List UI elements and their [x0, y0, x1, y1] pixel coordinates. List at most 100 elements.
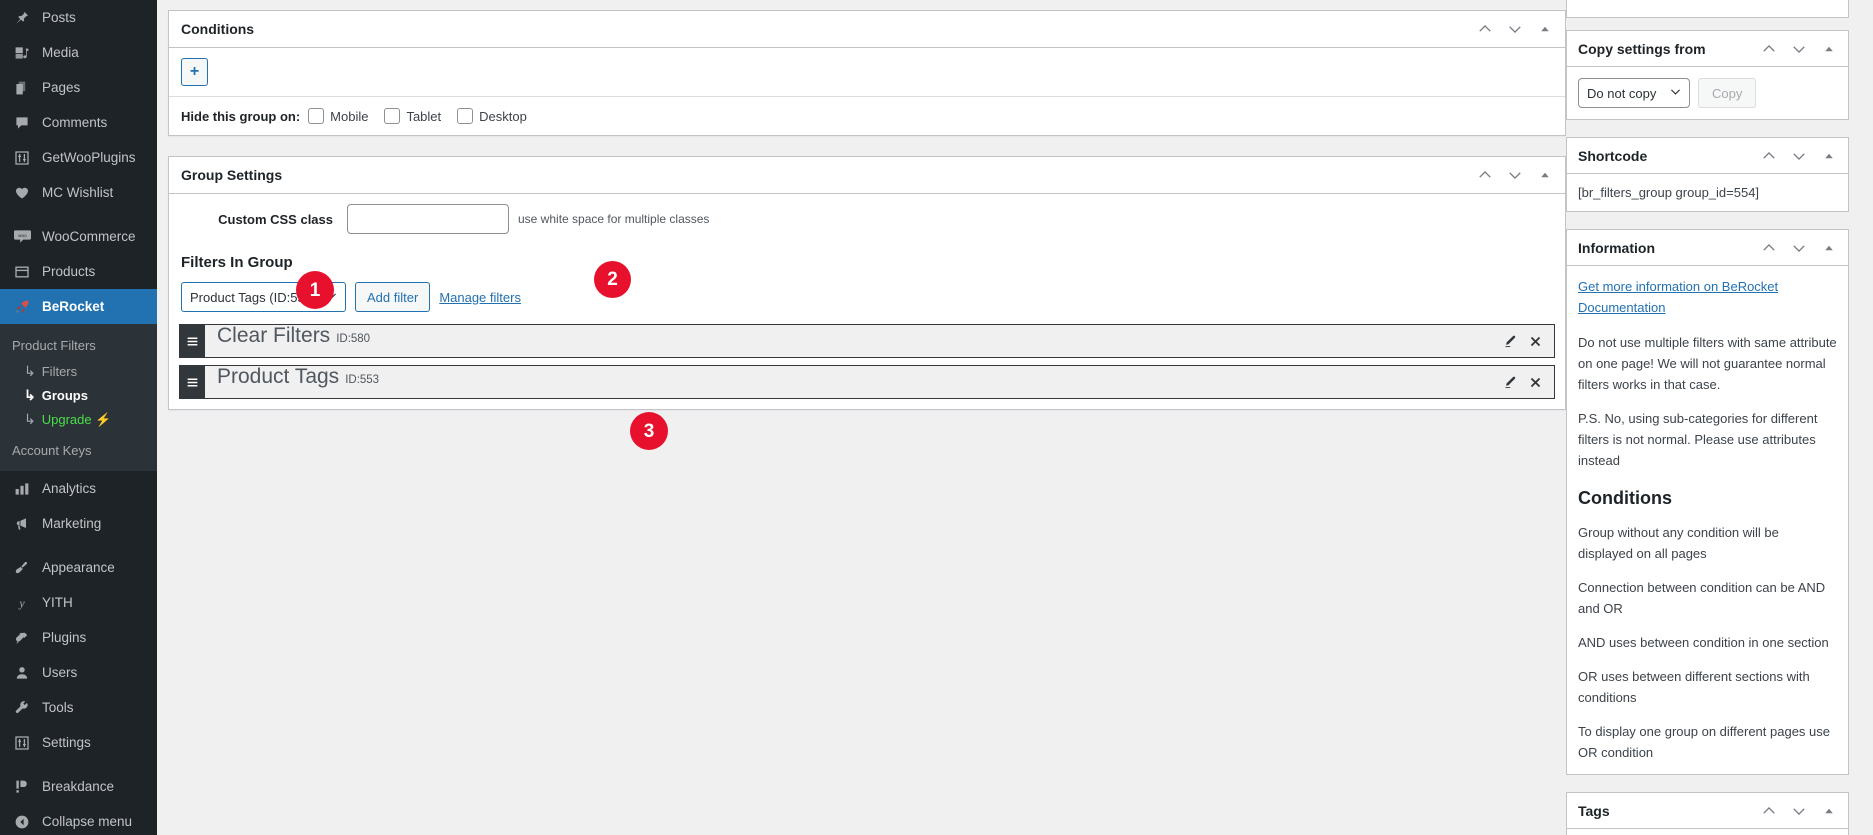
copy-settings-select[interactable]: Do not copy — [1578, 78, 1690, 108]
sidebar-item-products[interactable]: Products — [0, 254, 157, 289]
sidebar-item-media[interactable]: Media — [0, 35, 157, 70]
yith-icon: y — [11, 595, 33, 611]
sidebar-item-getwooplugins[interactable]: GetWooPlugins — [0, 140, 157, 175]
shortcode-body: [br_filters_group group_id=554] — [1567, 174, 1848, 211]
remove-close-icon[interactable] — [1529, 335, 1542, 348]
edit-pencil-icon[interactable] — [1502, 334, 1517, 349]
wrench-icon — [11, 700, 33, 716]
custom-css-class-input[interactable] — [347, 204, 509, 234]
checkbox-desktop[interactable] — [457, 108, 474, 124]
toggle-panel-icon[interactable] — [1537, 21, 1553, 37]
manage-filters-link[interactable]: Manage filters — [439, 290, 521, 305]
sidebar-item-plugins[interactable]: Plugins — [0, 620, 157, 655]
sidebar-item-appearance[interactable]: Appearance — [0, 550, 157, 585]
condition-note: To display one group on different pages … — [1578, 724, 1830, 761]
sidebar-item-berocket[interactable]: BeRocket — [0, 289, 157, 324]
sidebar-item-label: BeRocket — [42, 298, 105, 314]
chevron-down-icon[interactable] — [1507, 167, 1523, 183]
documentation-link[interactable]: Get more information on BeRocket Documen… — [1578, 277, 1837, 319]
sidebar-item-label: Media — [42, 44, 79, 60]
chevron-down-icon[interactable] — [1791, 41, 1807, 57]
main-column: Conditions + Hide this group on: Mobile … — [157, 0, 1566, 835]
chevron-up-icon[interactable] — [1477, 21, 1493, 37]
chevron-up-icon[interactable] — [1761, 240, 1777, 256]
sidebar-item-label: Products — [42, 263, 96, 279]
sidebar-item-label: YITH — [42, 594, 73, 610]
chevron-down-icon[interactable] — [1791, 240, 1807, 256]
custom-css-class-row: Custom CSS class use white space for mul… — [169, 194, 1565, 248]
custom-css-class-label: Custom CSS class — [218, 211, 333, 227]
collapse-icon — [11, 814, 33, 830]
label-desktop: Desktop — [479, 108, 527, 124]
woo-icon: woo — [11, 229, 33, 244]
sidebar-item-posts[interactable]: Posts — [0, 0, 157, 35]
sidebar-item-label: Collapse menu — [42, 813, 133, 829]
chevron-down-icon[interactable] — [1791, 803, 1807, 819]
chevron-down-icon[interactable] — [1507, 21, 1523, 37]
chevron-down-icon[interactable] — [1791, 148, 1807, 164]
edit-pencil-icon[interactable] — [1502, 375, 1517, 390]
sidebar-item-pages[interactable]: Pages — [0, 70, 157, 105]
arrow-icon: ↳ — [24, 386, 36, 403]
information-subheading: Conditions — [1578, 487, 1672, 508]
submenu-account-keys[interactable]: Account Keys — [0, 433, 157, 460]
filter-row[interactable]: Clear Filters ID:580 — [179, 324, 1555, 358]
callout-badge-2: 2 — [594, 261, 631, 298]
submenu-item-groups[interactable]: ↳ Groups — [0, 384, 157, 408]
drag-handle-icon[interactable] — [180, 325, 205, 357]
sidebar-item-tools[interactable]: Tools — [0, 690, 157, 725]
sidebar-item-woocommerce[interactable]: woo WooCommerce — [0, 219, 157, 254]
content-area: Conditions + Hide this group on: Mobile … — [157, 0, 1873, 835]
chevron-up-icon[interactable] — [1761, 41, 1777, 57]
copy-settings-panel: Copy settings from Do not copy Copy — [1566, 30, 1849, 120]
filters-list: Clear Filters ID:580 Product Tags ID:553 — [179, 324, 1555, 399]
svg-text:y: y — [18, 596, 25, 610]
pages-icon — [11, 80, 33, 96]
chart-bars-icon — [11, 481, 33, 497]
callout-badge-3: 3 — [630, 412, 668, 450]
pin-icon — [11, 10, 33, 26]
filter-controls-row: Product Tags (ID:553) Add filter Manage … — [181, 282, 1565, 312]
submenu-item-upgrade[interactable]: ↳ Upgrade ⚡ — [0, 408, 157, 433]
publish-panel-bottom — [1566, 0, 1849, 18]
arrow-icon: ↳ — [24, 411, 36, 427]
shortcode-value[interactable]: [br_filters_group group_id=554] — [1578, 185, 1759, 200]
filters-in-group-label: Filters In Group — [181, 254, 293, 271]
user-icon — [11, 665, 33, 681]
checkbox-mobile[interactable] — [308, 108, 325, 124]
sidebar-item-analytics[interactable]: Analytics — [0, 471, 157, 506]
toggle-panel-icon[interactable] — [1821, 41, 1837, 57]
conditions-panel-title: Conditions — [181, 21, 255, 37]
chevron-up-icon[interactable] — [1477, 167, 1493, 183]
condition-note: Group without any condition will be disp… — [1578, 524, 1779, 561]
sidebar-item-label: Analytics — [42, 480, 97, 496]
sidebar-item-collapse-menu[interactable]: Collapse menu — [0, 804, 157, 835]
filter-row[interactable]: Product Tags ID:553 — [179, 365, 1555, 399]
add-filter-button[interactable]: Add filter — [355, 282, 431, 312]
chevron-up-icon[interactable] — [1761, 148, 1777, 164]
copy-button[interactable]: Copy — [1698, 78, 1757, 108]
toggle-panel-icon[interactable] — [1821, 803, 1837, 819]
checkbox-tablet[interactable] — [384, 108, 401, 124]
breakdance-icon — [11, 779, 33, 795]
hide-group-label: Hide this group on: — [181, 108, 301, 124]
sidebar-item-marketing[interactable]: Marketing — [0, 506, 157, 541]
toggle-panel-icon[interactable] — [1821, 148, 1837, 164]
arrow-icon: ↳ — [24, 362, 36, 379]
sidebar-item-yith[interactable]: y YITH — [0, 585, 157, 620]
sidebar-item-users[interactable]: Users — [0, 655, 157, 690]
sidebar-item-breakdance[interactable]: Breakdance — [0, 769, 157, 804]
sidebar-item-mc-wishlist[interactable]: MC Wishlist — [0, 175, 157, 210]
toggle-panel-icon[interactable] — [1821, 240, 1837, 256]
sidebar-item-comments[interactable]: Comments — [0, 105, 157, 140]
sidebar-item-label: Comments — [42, 114, 108, 130]
drag-handle-icon[interactable] — [180, 366, 205, 398]
add-condition-button[interactable]: + — [181, 58, 208, 86]
remove-close-icon[interactable] — [1529, 376, 1542, 389]
chevron-up-icon[interactable] — [1761, 803, 1777, 819]
megaphone-icon — [11, 516, 33, 532]
toggle-panel-icon[interactable] — [1537, 167, 1553, 183]
shortcode-panel: Shortcode [br_filters_group group_id=554… — [1566, 137, 1849, 212]
sidebar-item-settings[interactable]: Settings — [0, 725, 157, 760]
submenu-item-filters[interactable]: ↳ Filters — [0, 360, 157, 384]
